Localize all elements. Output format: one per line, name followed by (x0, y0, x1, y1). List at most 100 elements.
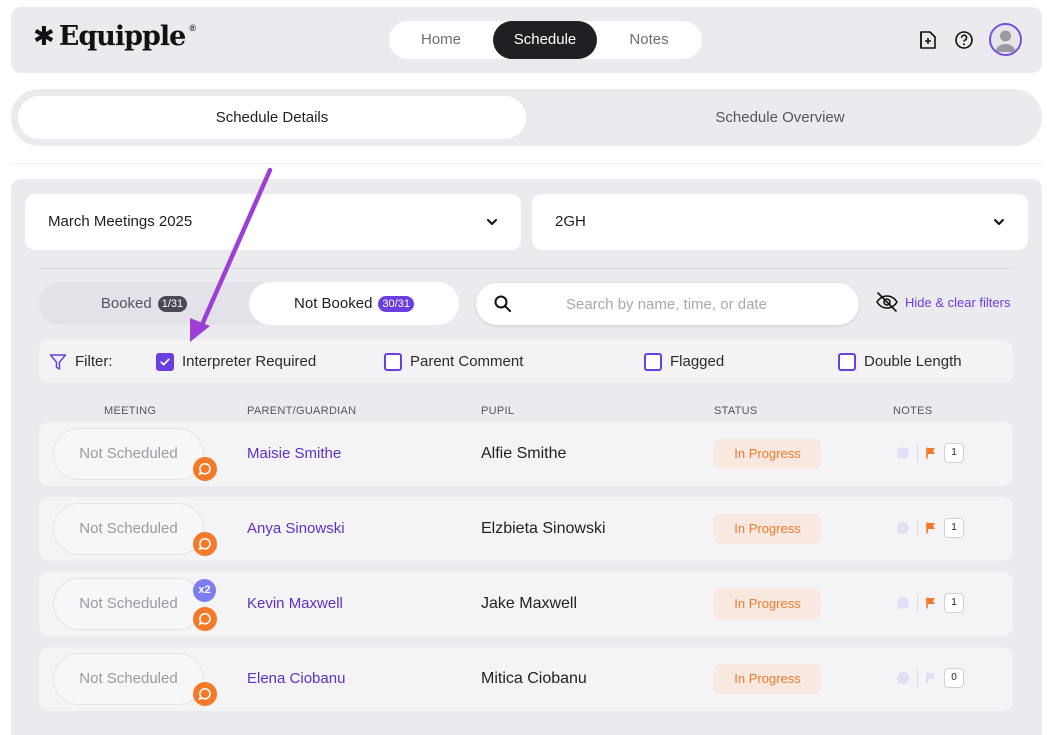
table-row[interactable]: Not Scheduled Elena Ciobanu Mitica Cioba… (39, 647, 1013, 711)
column-header-notes: NOTES (893, 405, 933, 417)
not-booked-tab[interactable]: Not Booked 30/31 (249, 282, 459, 325)
equipple-logo[interactable]: ✱ Equipple ® (33, 21, 196, 52)
notes-cell: 1 (895, 443, 964, 463)
meeting-slot[interactable]: Not Scheduled (53, 653, 204, 705)
divider (917, 444, 918, 462)
nav-home[interactable]: Home (389, 21, 493, 59)
flag-icon[interactable] (924, 671, 938, 685)
meeting-slot[interactable]: Not Scheduled (53, 578, 204, 630)
filter-option-label: Interpreter Required (182, 353, 317, 370)
filter-bar: Filter: Interpreter Required Parent Comm… (39, 340, 1013, 383)
status-badge: In Progress (714, 514, 821, 544)
divider (11, 163, 1042, 164)
chevron-down-icon (487, 219, 497, 225)
nav-notes[interactable]: Notes (597, 21, 701, 59)
help-icon[interactable] (953, 29, 975, 51)
booked-tab[interactable]: Booked 1/31 (39, 282, 249, 325)
group-select[interactable]: 2GH (532, 194, 1028, 250)
filter-option-label: Parent Comment (410, 353, 524, 370)
note-count[interactable]: 1 (944, 443, 964, 463)
double-length-badge: x2 (193, 579, 216, 602)
checkbox[interactable] (644, 352, 662, 371)
eye-off-icon (876, 292, 898, 312)
pupil-name: Jake Maxwell (481, 595, 578, 612)
interpreter-comment-icon (193, 532, 217, 556)
top-bar: ✱ Equipple ® Home Schedule Notes (11, 7, 1042, 73)
table-row[interactable]: Not Scheduled Anya Sinowski Elzbieta Sin… (39, 497, 1013, 561)
comment-icon[interactable] (895, 670, 911, 686)
chevron-down-icon (994, 219, 1004, 225)
table-row[interactable]: Not Scheduled x2 Kevin Maxwell Jake Maxw… (39, 572, 1013, 636)
status-badge: In Progress (714, 664, 821, 694)
filter-double-length[interactable]: Double Length (838, 340, 962, 383)
flag-icon[interactable] (924, 521, 938, 535)
tab-schedule-overview[interactable]: Schedule Overview (526, 96, 1034, 139)
interpreter-comment-icon (193, 682, 217, 706)
notes-cell: 0 (895, 668, 964, 688)
schedule-panel: March Meetings 2025 2GH Booked 1/31 Not … (11, 179, 1042, 735)
meeting-select[interactable]: March Meetings 2025 (25, 194, 521, 250)
note-count[interactable]: 0 (944, 668, 964, 688)
divider (917, 519, 918, 537)
logo-registered-mark: ® (189, 22, 196, 33)
status-badge: In Progress (714, 439, 821, 469)
top-icons (917, 23, 1022, 56)
schedule-tabs: Schedule Details Schedule Overview (11, 89, 1042, 146)
column-header-meeting: MEETING (104, 405, 157, 417)
comment-icon[interactable] (895, 520, 911, 536)
search-input[interactable] (566, 283, 846, 325)
nav-schedule[interactable]: Schedule (493, 21, 597, 59)
filter-option-label: Double Length (864, 353, 962, 370)
main-nav: Home Schedule Notes (389, 21, 702, 59)
filter-option-label: Flagged (670, 353, 725, 370)
note-count[interactable]: 1 (944, 518, 964, 538)
not-booked-count-badge: 30/31 (378, 295, 414, 312)
comment-icon[interactable] (895, 445, 911, 461)
pupil-name: Alfie Smithe (481, 445, 567, 462)
filter-flagged[interactable]: Flagged (644, 340, 724, 383)
logo-star-icon: ✱ (33, 21, 55, 52)
status-badge: In Progress (714, 589, 821, 619)
flag-icon[interactable] (924, 596, 938, 610)
checkbox-checked[interactable] (156, 352, 174, 371)
search-icon (494, 295, 511, 312)
notes-cell: 1 (895, 593, 964, 613)
column-header-pupil: PUPIL (481, 405, 515, 417)
parent-name-link[interactable]: Anya Sinowski (247, 497, 345, 561)
checkbox[interactable] (838, 352, 856, 371)
flag-icon[interactable] (924, 446, 938, 460)
search-box (476, 283, 859, 325)
meeting-slot[interactable]: Not Scheduled (53, 428, 204, 480)
pupil-name: Elzbieta Sinowski (481, 520, 606, 537)
logo-text: Equipple (58, 21, 187, 52)
hide-clear-filters-label: Hide & clear filters (905, 294, 1011, 310)
meeting-slot[interactable]: Not Scheduled (53, 503, 204, 555)
interpreter-comment-icon (193, 607, 217, 631)
divider (917, 594, 918, 612)
interpreter-comment-icon (193, 457, 217, 481)
checkbox[interactable] (384, 352, 402, 371)
parent-name-link[interactable]: Kevin Maxwell (247, 572, 343, 636)
parent-name-link[interactable]: Elena Ciobanu (247, 647, 345, 711)
filter-label-group: Filter: (49, 340, 113, 383)
avatar[interactable] (989, 23, 1022, 56)
booked-label: Booked (100, 295, 152, 312)
filter-interpreter-required[interactable]: Interpreter Required (156, 340, 316, 383)
column-header-parent: PARENT/GUARDIAN (247, 405, 357, 417)
column-header-status: STATUS (714, 405, 758, 417)
filter-label: Filter: (75, 353, 113, 370)
notes-cell: 1 (895, 518, 964, 538)
filter-icon (49, 353, 67, 370)
note-count[interactable]: 1 (944, 593, 964, 613)
not-booked-label: Not Booked (294, 295, 373, 312)
meeting-select-value: March Meetings 2025 (48, 213, 193, 230)
group-select-value: 2GH (555, 213, 586, 230)
parent-name-link[interactable]: Maisie Smithe (247, 422, 341, 486)
tab-schedule-details[interactable]: Schedule Details (18, 96, 526, 139)
table-row[interactable]: Not Scheduled Maisie Smithe Alfie Smithe… (39, 422, 1013, 486)
add-document-icon[interactable] (917, 29, 939, 51)
divider (917, 669, 918, 687)
comment-icon[interactable] (895, 595, 911, 611)
filter-parent-comment[interactable]: Parent Comment (384, 340, 523, 383)
hide-clear-filters-link[interactable]: Hide & clear filters (875, 292, 1010, 312)
